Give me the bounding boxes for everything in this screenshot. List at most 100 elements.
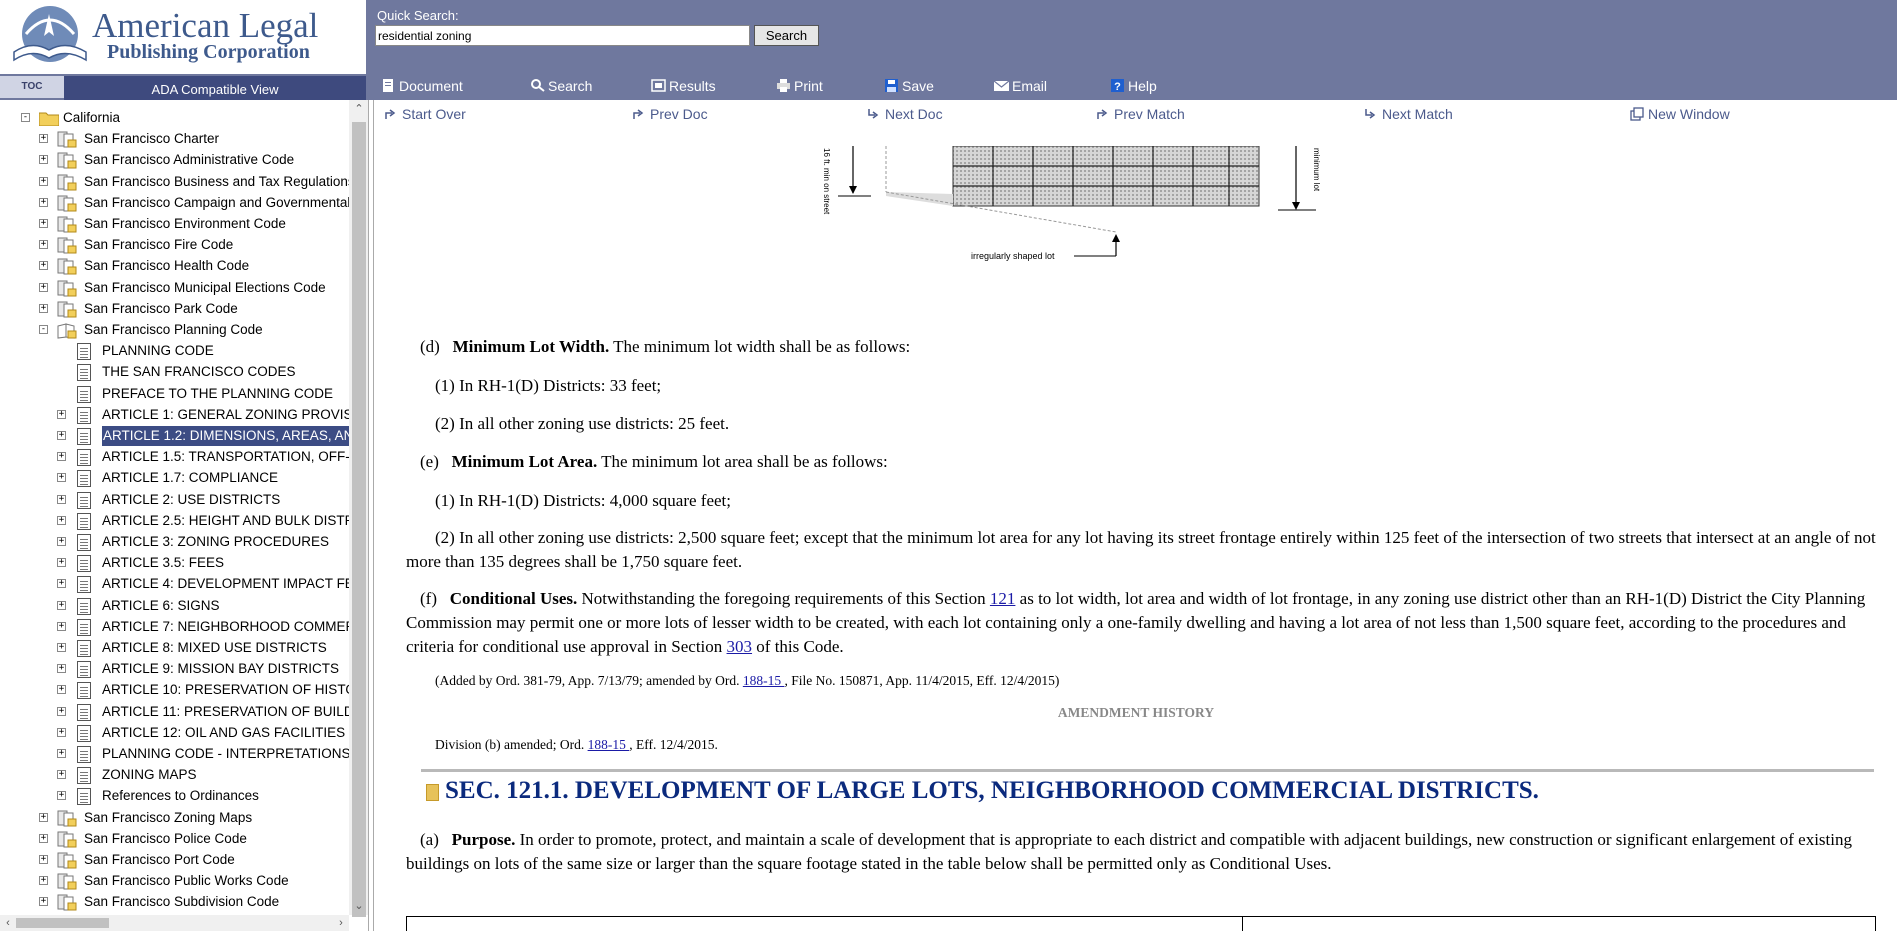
expand-icon[interactable]: + bbox=[39, 834, 48, 843]
toc-item[interactable]: + ARTICLE 3: ZONING PROCEDURES bbox=[0, 532, 349, 552]
toc-item[interactable]: + San Francisco Park Code bbox=[0, 299, 349, 319]
toolbar-save-button[interactable]: Save bbox=[884, 78, 934, 94]
ada-compatible-view-link[interactable]: ADA Compatible View bbox=[64, 76, 366, 100]
expand-icon[interactable]: + bbox=[39, 240, 48, 249]
toc-item-label[interactable]: San Francisco Environment Code bbox=[84, 214, 286, 234]
expand-icon[interactable]: + bbox=[57, 452, 66, 461]
toc-item-label[interactable]: References to Ordinances bbox=[102, 786, 259, 806]
toc-item[interactable]: + San Francisco Charter bbox=[0, 129, 349, 149]
collapse-icon[interactable]: - bbox=[21, 113, 30, 122]
toc-item[interactable]: + ARTICLE 4: DEVELOPMENT IMPACT FEE bbox=[0, 574, 363, 594]
toc-item[interactable]: + PLANNING CODE - INTERPRETATIONS bbox=[0, 744, 351, 764]
expand-icon[interactable]: + bbox=[39, 283, 48, 292]
expand-icon[interactable]: + bbox=[57, 622, 66, 631]
expand-icon[interactable]: + bbox=[57, 685, 66, 694]
toc-item[interactable]: + ARTICLE 1.5: TRANSPORTATION, OFF-S bbox=[0, 447, 359, 467]
toc-item[interactable]: + ARTICLE 10: PRESERVATION OF HISTOI bbox=[0, 680, 360, 700]
ordinance-188-15-link[interactable]: 188-15 bbox=[588, 737, 630, 752]
toc-item[interactable]: + ARTICLE 11: PRESERVATION OF BUILDI bbox=[0, 702, 357, 722]
toolbar-results-button[interactable]: Results bbox=[651, 78, 716, 94]
expand-icon[interactable]: + bbox=[57, 516, 66, 525]
start-over-link[interactable]: Start Over bbox=[384, 106, 466, 122]
toc-item-label[interactable]: San Francisco Planning Code bbox=[84, 320, 263, 340]
toc-item-label[interactable]: San Francisco Subdivision Code bbox=[84, 892, 279, 912]
toc-item[interactable]: + ARTICLE 1.2: DIMENSIONS, AREAS, ANI bbox=[0, 426, 359, 446]
toc-item-label[interactable]: ZONING MAPS bbox=[102, 765, 197, 785]
toc-item[interactable]: - San Francisco Planning Code bbox=[0, 320, 349, 340]
section-303-link[interactable]: 303 bbox=[727, 637, 753, 656]
toc-item-label[interactable]: San Francisco Municipal Elections Code bbox=[84, 278, 326, 298]
toc-item-label[interactable]: ARTICLE 9: MISSION BAY DISTRICTS bbox=[102, 659, 339, 679]
toc-item[interactable]: + San Francisco Police Code bbox=[0, 829, 349, 849]
toc-item[interactable]: - California bbox=[0, 108, 349, 128]
expand-icon[interactable]: + bbox=[39, 304, 48, 313]
scrollbar-thumb[interactable] bbox=[352, 122, 366, 917]
expand-icon[interactable]: + bbox=[57, 707, 66, 716]
expand-icon[interactable]: + bbox=[57, 431, 66, 440]
toc-item[interactable]: + San Francisco Business and Tax Regulati… bbox=[0, 172, 355, 192]
toc-item-label[interactable]: San Francisco Port Code bbox=[84, 850, 235, 870]
expand-icon[interactable]: + bbox=[39, 177, 48, 186]
toc-item[interactable]: + ARTICLE 1.7: COMPLIANCE bbox=[0, 468, 349, 488]
toc-item[interactable]: + San Francisco Port Code bbox=[0, 850, 349, 870]
expand-icon[interactable]: + bbox=[39, 219, 48, 228]
expand-icon[interactable]: + bbox=[57, 473, 66, 482]
quick-search-input[interactable] bbox=[375, 25, 750, 46]
toc-item-label[interactable]: San Francisco Fire Code bbox=[84, 235, 233, 255]
toc-item[interactable]: + San Francisco Administrative Code bbox=[0, 150, 349, 170]
bookmark-icon[interactable] bbox=[426, 784, 439, 801]
expand-icon[interactable]: + bbox=[57, 643, 66, 652]
toc-item-label[interactable]: ARTICLE 6: SIGNS bbox=[102, 596, 220, 616]
expand-icon[interactable]: + bbox=[39, 155, 48, 164]
toc-item-label[interactable]: ARTICLE 3: ZONING PROCEDURES bbox=[102, 532, 329, 552]
prev-doc-link[interactable]: Prev Doc bbox=[632, 106, 708, 122]
toc-item[interactable]: + References to Ordinances bbox=[0, 786, 349, 806]
expand-icon[interactable]: + bbox=[57, 558, 66, 567]
expand-icon[interactable]: + bbox=[57, 579, 66, 588]
toolbar-document-button[interactable]: Document bbox=[381, 78, 463, 94]
toc-item[interactable]: + San Francisco Municipal Elections Code bbox=[0, 278, 349, 298]
toc-tab[interactable]: TOC bbox=[0, 76, 64, 98]
toc-item[interactable]: + San Francisco Health Code bbox=[0, 256, 349, 276]
expand-icon[interactable]: + bbox=[39, 261, 48, 270]
toc-item[interactable]: + ARTICLE 1: GENERAL ZONING PROVISIO bbox=[0, 405, 367, 425]
toc-item[interactable]: + San Francisco Environment Code bbox=[0, 214, 349, 234]
logo[interactable]: American Legal Publishing Corporation bbox=[0, 0, 366, 74]
toolbar-help-button[interactable]: ? Help bbox=[1110, 78, 1157, 94]
toc-item-label[interactable]: ARTICLE 2.5: HEIGHT AND BULK DISTRI bbox=[102, 511, 358, 531]
toc-item-label[interactable]: ARTICLE 2: USE DISTRICTS bbox=[102, 490, 280, 510]
vertical-scrollbar[interactable]: ⌃ ⌄ bbox=[349, 100, 368, 917]
ordinance-188-15-link[interactable]: 188-15 bbox=[743, 673, 785, 688]
toc-item-label[interactable]: ARTICLE 8: MIXED USE DISTRICTS bbox=[102, 638, 327, 658]
toolbar-email-button[interactable]: Email bbox=[994, 78, 1047, 94]
toc-item-label[interactable]: ARTICLE 1.7: COMPLIANCE bbox=[102, 468, 278, 488]
expand-icon[interactable]: + bbox=[57, 791, 66, 800]
toc-item-label[interactable]: San Francisco Police Code bbox=[84, 829, 247, 849]
expand-icon[interactable]: + bbox=[39, 134, 48, 143]
toc-item-label[interactable]: San Francisco Public Works Code bbox=[84, 871, 289, 891]
scrollbar-thumb[interactable] bbox=[16, 918, 109, 928]
toc-item[interactable]: + ARTICLE 6: SIGNS bbox=[0, 596, 349, 616]
toc-item-label[interactable]: ARTICLE 7: NEIGHBORHOOD COMMERC bbox=[102, 617, 365, 637]
next-doc-link[interactable]: Next Doc bbox=[867, 106, 943, 122]
collapse-icon[interactable]: - bbox=[39, 325, 48, 334]
toolbar-print-button[interactable]: Print bbox=[776, 78, 823, 94]
expand-icon[interactable]: + bbox=[57, 728, 66, 737]
toolbar-search-button[interactable]: Search bbox=[530, 78, 592, 94]
toc-item-label[interactable]: ARTICLE 10: PRESERVATION OF HISTOI bbox=[102, 680, 360, 700]
toc-item-label[interactable]: PLANNING CODE - INTERPRETATIONS bbox=[102, 744, 351, 764]
toc-item-label[interactable]: THE SAN FRANCISCO CODES bbox=[102, 362, 296, 382]
expand-icon[interactable]: + bbox=[57, 537, 66, 546]
scroll-right-icon[interactable]: › bbox=[333, 915, 349, 931]
toc-item-label[interactable]: ARTICLE 1.2: DIMENSIONS, AREAS, ANI bbox=[102, 426, 359, 446]
toc-item-label[interactable]: PLANNING CODE bbox=[102, 341, 214, 361]
toc-item[interactable]: + San Francisco Campaign and Governmental bbox=[0, 193, 350, 213]
expand-icon[interactable]: + bbox=[39, 813, 48, 822]
toc-item-label[interactable]: California bbox=[63, 108, 120, 128]
toc-item[interactable]: + San Francisco Fire Code bbox=[0, 235, 349, 255]
prev-match-link[interactable]: Prev Match bbox=[1096, 106, 1185, 122]
toc-item-label[interactable]: San Francisco Campaign and Governmental bbox=[84, 193, 350, 213]
horizontal-scrollbar[interactable]: ‹ › bbox=[0, 915, 349, 931]
toc-item[interactable]: + ARTICLE 2.5: HEIGHT AND BULK DISTRI bbox=[0, 511, 358, 531]
toc-item-label[interactable]: ARTICLE 11: PRESERVATION OF BUILDI bbox=[102, 702, 357, 722]
